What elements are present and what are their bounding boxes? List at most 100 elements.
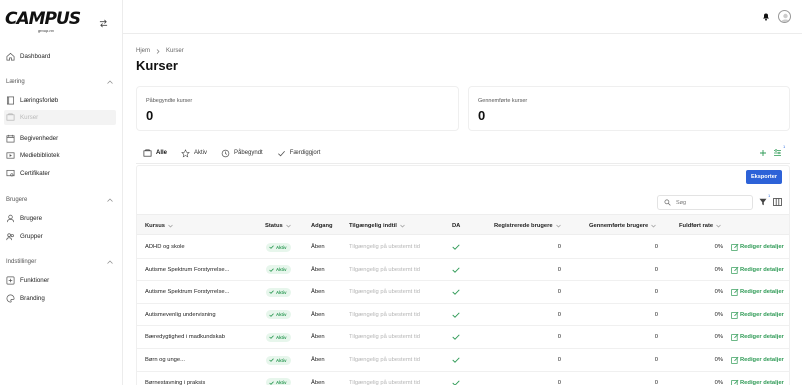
search-input[interactable]	[676, 199, 746, 206]
course-tabs: Alle Aktiv Påbegyndt Færdiggjort	[136, 143, 328, 164]
edit-icon	[731, 379, 739, 385]
plus-icon[interactable]	[759, 149, 767, 157]
table-row[interactable]: Autismevenlig undervisning Aktiv Åben Tilgæ…	[137, 304, 789, 327]
column-header-completion-rate[interactable]: Fuldført rate	[679, 215, 721, 236]
sidebar-item-dashboard[interactable]: Dashboard	[4, 49, 116, 64]
column-header-completed[interactable]: Gennemførte brugere	[589, 215, 657, 236]
palette-icon	[6, 294, 15, 303]
cell-course[interactable]: Børnestavning i praksis	[145, 372, 205, 385]
sidebar-item-label: Læringsforløb	[20, 97, 59, 104]
table-row[interactable]: Bæredygtighed i madkundskab Aktiv Åben Tilg…	[137, 326, 789, 349]
filter-badge: 1	[768, 193, 771, 198]
search-icon	[664, 199, 671, 206]
check-icon	[269, 268, 274, 272]
campus-logo[interactable]: CAMPUS group.no	[5, 10, 81, 36]
courses-icon	[6, 113, 15, 121]
sidebar-item-functions[interactable]: Funktioner	[4, 273, 116, 288]
edit-icon	[731, 334, 739, 342]
sidebar-item-learning-paths[interactable]: Læringsforløb	[4, 93, 116, 108]
page-title: Kurser	[136, 58, 178, 73]
cell-completion-rate: 0%	[714, 311, 723, 318]
chevron-up-icon[interactable]	[107, 198, 113, 202]
column-header-registered[interactable]: Registrerede brugere	[494, 215, 561, 236]
edit-details-link[interactable]: Rediger detaljer	[731, 236, 784, 258]
cell-status: Aktiv	[266, 349, 291, 371]
cell-course[interactable]: Børn og unge...	[145, 349, 185, 371]
table-row[interactable]: Autisme Spektrum Forstyrrelse... Aktiv Åbe…	[137, 259, 789, 282]
cell-access: Åben	[311, 266, 325, 273]
avatar[interactable]	[778, 10, 791, 23]
bell-icon[interactable]	[762, 12, 770, 21]
sidebar-item-groups[interactable]: Grupper	[4, 229, 116, 244]
funnel-icon[interactable]	[759, 198, 767, 206]
cell-da	[452, 349, 460, 371]
edit-details-link[interactable]: Rediger detaljer	[731, 259, 784, 281]
cell-access: Åben	[311, 379, 325, 385]
tabs-divider	[136, 163, 790, 164]
table-row[interactable]: Autisme Spektrum Forstyrrelse... Aktiv Åbe…	[137, 281, 789, 304]
cell-course[interactable]: ADHD og skole	[145, 236, 185, 258]
check-icon	[452, 244, 460, 250]
cell-course[interactable]: Bæredygtighed i madkundskab	[145, 326, 225, 348]
edit-details-link[interactable]: Rediger detaljer	[731, 304, 784, 326]
swap-arrows-icon[interactable]	[99, 19, 108, 28]
cell-registered: 0	[557, 244, 561, 250]
sidebar-item-label: Branding	[20, 295, 45, 302]
cell-course[interactable]: Autismevenlig undervisning	[145, 304, 216, 326]
stat-value: 0	[478, 108, 486, 123]
chevron-up-icon[interactable]	[107, 260, 113, 264]
cell-available-until: Tilgængelig på ubestemt tid	[349, 244, 420, 250]
cell-completed: 0	[654, 334, 658, 341]
cell-da	[452, 281, 460, 303]
sidebar-item-branding[interactable]: Branding	[4, 291, 116, 306]
cell-status: Aktiv	[266, 326, 291, 348]
cell-status: Aktiv	[266, 304, 291, 326]
columns-icon[interactable]	[773, 198, 782, 206]
tab-started[interactable]: Påbegyndt	[214, 143, 270, 163]
cell-da	[452, 372, 460, 385]
cell-completed: 0	[654, 289, 658, 296]
sidebar-item-media-library[interactable]: Mediebibliotek	[4, 148, 116, 163]
column-header-status[interactable]: Status	[265, 215, 291, 236]
chevron-up-icon[interactable]	[107, 80, 113, 84]
column-header-course[interactable]: Kursus	[145, 215, 173, 236]
group-icon	[6, 233, 14, 241]
sidebar-item-certificates[interactable]: Certifikater	[4, 166, 116, 181]
cell-access: Åben	[311, 244, 325, 250]
table-row[interactable]: ADHD og skole Aktiv Åben Tilgængelig på ube…	[137, 236, 789, 259]
courses-icon	[143, 149, 152, 157]
status-badge: Aktiv	[266, 242, 291, 252]
tab-active[interactable]: Aktiv	[174, 143, 214, 163]
edit-details-link[interactable]: Rediger detaljer	[731, 372, 784, 385]
column-header-da[interactable]: DA	[452, 215, 460, 236]
edit-details-link[interactable]: Rediger detaljer	[731, 281, 784, 303]
status-badge: Aktiv	[266, 310, 291, 320]
cell-registered: 0	[557, 334, 561, 341]
check-icon	[269, 335, 274, 340]
table-row[interactable]: Børn og unge... Aktiv Åben Tilgængelig på u…	[137, 349, 789, 372]
certificate-icon	[6, 169, 15, 177]
tab-all[interactable]: Alle	[136, 143, 174, 164]
breadcrumb-home[interactable]: Hjem	[136, 48, 150, 54]
cell-access: Åben	[311, 289, 325, 296]
tab-completed[interactable]: Færdiggjort	[270, 143, 328, 163]
export-button[interactable]: Eksporter	[746, 170, 782, 184]
cell-da	[452, 259, 460, 281]
list-filter-icon[interactable]	[773, 149, 782, 157]
sidebar-item-events[interactable]: Begivenheder	[4, 131, 116, 146]
column-header-access[interactable]: Adgang	[311, 215, 333, 236]
sidebar-item-courses[interactable]: Kurser	[4, 110, 116, 125]
cell-completion-rate: 0%	[714, 244, 723, 250]
cell-course[interactable]: Autisme Spektrum Forstyrrelse...	[145, 259, 229, 281]
sidebar-item-users[interactable]: Brugere	[4, 211, 116, 226]
cell-course[interactable]: Autisme Spektrum Forstyrrelse...	[145, 281, 229, 303]
edit-details-link[interactable]: Rediger detaljer	[731, 349, 784, 371]
edit-icon	[731, 356, 739, 364]
table-row[interactable]: Børnestavning i praksis Aktiv Åben Tilgænge…	[137, 372, 789, 385]
edit-details-link[interactable]: Rediger detaljer	[731, 326, 784, 348]
cell-registered: 0	[557, 311, 561, 318]
column-header-available-until[interactable]: Tilgængelig indtil	[349, 215, 405, 236]
media-icon	[6, 152, 15, 159]
book-icon	[6, 96, 15, 105]
cell-access: Åben	[311, 334, 325, 341]
